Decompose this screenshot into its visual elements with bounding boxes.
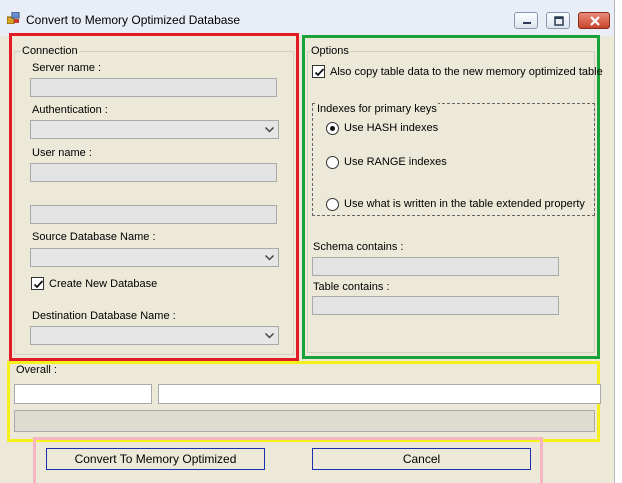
radio-extended-property-label: Use what is written in the table extende…: [344, 198, 585, 210]
destination-db-select[interactable]: [30, 326, 279, 345]
radio-hash[interactable]: [326, 122, 339, 135]
chevron-down-icon: [264, 126, 275, 133]
close-button[interactable]: [578, 12, 610, 29]
radio-range-label: Use RANGE indexes: [344, 156, 447, 168]
schema-contains-label: Schema contains :: [313, 241, 404, 253]
title-bar: Convert to Memory Optimized Database: [0, 0, 614, 36]
chevron-down-icon: [264, 254, 275, 261]
table-contains-input[interactable]: [312, 296, 559, 315]
minimize-button[interactable]: [514, 12, 538, 29]
connection-group-title: Connection: [21, 45, 79, 57]
destination-db-label: Destination Database Name :: [32, 310, 176, 322]
source-db-label: Source Database Name :: [32, 231, 156, 243]
maximize-button[interactable]: [546, 12, 570, 29]
table-contains-label: Table contains :: [313, 281, 390, 293]
cancel-button[interactable]: Cancel: [312, 448, 531, 470]
minimize-icon: [523, 22, 531, 24]
maximize-icon: [554, 16, 564, 26]
window-title: Convert to Memory Optimized Database: [26, 13, 241, 27]
schema-contains-input[interactable]: [312, 257, 559, 276]
user-name-input[interactable]: [30, 163, 277, 182]
overall-progress-bar: [14, 410, 595, 432]
radio-extended-property[interactable]: [326, 198, 339, 211]
copy-data-checkbox[interactable]: [312, 65, 325, 78]
options-group-title: Options: [310, 45, 350, 57]
authentication-select[interactable]: [30, 120, 279, 139]
convert-button[interactable]: Convert To Memory Optimized: [46, 448, 265, 470]
server-name-input[interactable]: [30, 78, 277, 97]
overall-detail-field: [158, 384, 601, 404]
source-db-select[interactable]: [30, 248, 279, 267]
radio-hash-label: Use HASH indexes: [344, 122, 439, 134]
create-new-db-label: Create New Database: [49, 278, 158, 290]
close-icon: [590, 16, 600, 26]
checkmark-icon: [33, 280, 44, 289]
main-window: Convert to Memory Optimized Database Con…: [0, 0, 615, 483]
radio-range[interactable]: [326, 156, 339, 169]
copy-data-label: Also copy table data to the new memory o…: [330, 66, 603, 78]
create-new-db-checkbox[interactable]: [31, 277, 44, 290]
server-name-label: Server name :: [32, 62, 102, 74]
app-icon: [7, 12, 20, 24]
overall-group-title: Overall :: [16, 364, 57, 376]
user-name-label: User name :: [32, 147, 92, 159]
password-input[interactable]: [30, 205, 277, 224]
indexes-group-title: Indexes for primary keys: [316, 103, 438, 115]
overall-status-field: [14, 384, 152, 404]
authentication-label: Authentication :: [32, 104, 108, 116]
chevron-down-icon: [264, 332, 275, 339]
checkmark-icon: [314, 68, 325, 77]
